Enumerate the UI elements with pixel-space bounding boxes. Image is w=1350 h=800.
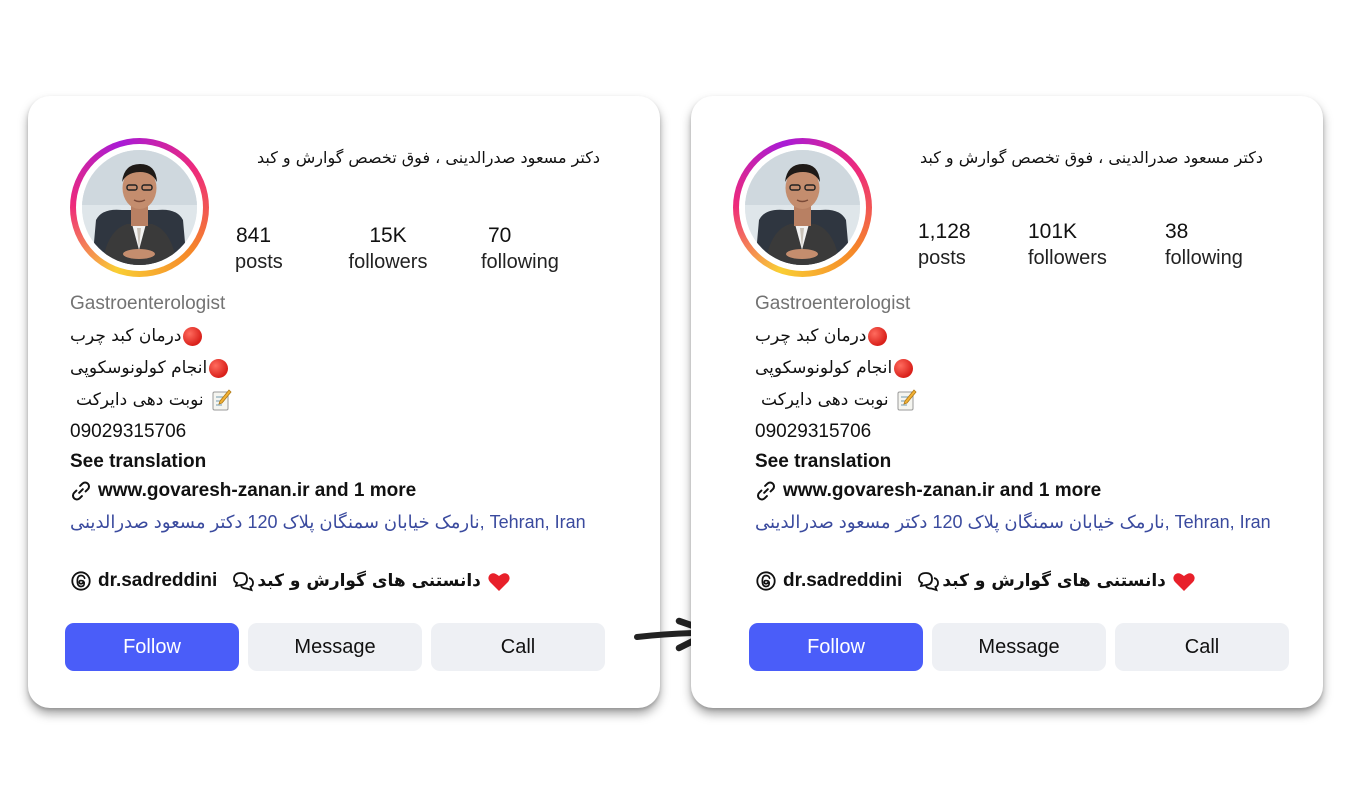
follow-button[interactable]: Follow: [749, 623, 923, 671]
stat-followers[interactable]: 15K followers: [345, 223, 431, 275]
phone-number[interactable]: 09029315706: [755, 416, 1315, 448]
following-count: 70: [488, 224, 512, 247]
memo-icon: [212, 389, 232, 411]
avatar: [745, 150, 860, 265]
address-link[interactable]: نارمک خیابان سمنگان پلاک 120 دکتر مسعود …: [755, 506, 1275, 537]
profile-bio: Gastroenterologist درمان کبد چرب انجام ک…: [755, 288, 1315, 537]
phone-number[interactable]: 09029315706: [70, 416, 630, 448]
chat-bubble-icon: [233, 572, 255, 592]
profile-avatar-story-ring[interactable]: [70, 138, 209, 277]
category-label: Gastroenterologist: [70, 293, 226, 314]
bio-line: درمان کبد چرب: [70, 326, 182, 346]
address-link[interactable]: نارمک خیابان سمنگان پلاک 120 دکتر مسعود …: [70, 506, 590, 537]
stat-following[interactable]: 38 following: [1165, 219, 1243, 271]
bio-line: درمان کبد چرب: [755, 326, 867, 346]
bio-line: نوبت دهی دایرکت: [76, 390, 204, 410]
following-label: following: [481, 251, 559, 273]
followers-label: followers: [348, 251, 428, 273]
see-translation-link[interactable]: See translation: [755, 448, 1315, 476]
posts-count: 841: [236, 224, 272, 247]
threads-handle: dr.sadreddini: [783, 570, 903, 591]
link-text: www.govaresh-zanan.ir and 1 more: [98, 480, 417, 501]
threads-badge[interactable]: dr.sadreddini دانستنی های گوارش و کبد: [70, 566, 511, 596]
category-label: Gastroenterologist: [755, 293, 911, 314]
following-count: 38: [1165, 220, 1189, 243]
heart-icon: [1173, 573, 1195, 591]
stat-posts[interactable]: 841 posts: [235, 223, 283, 275]
link-icon: [71, 481, 91, 501]
message-button[interactable]: Message: [248, 623, 422, 671]
red-circle-icon: [209, 358, 229, 378]
external-link[interactable]: www.govaresh-zanan.ir and 1 more: [755, 476, 1315, 506]
message-button[interactable]: Message: [932, 623, 1106, 671]
posts-label: posts: [235, 251, 283, 273]
posts-label: posts: [918, 247, 966, 269]
avatar: [82, 150, 197, 265]
red-circle-icon: [868, 326, 888, 346]
stat-followers[interactable]: 101K followers: [1028, 219, 1107, 271]
follow-button[interactable]: Follow: [65, 623, 239, 671]
profile-full-name: دکتر مسعود صدرالدینی ، فوق تخصص گوارش و …: [257, 148, 600, 167]
heart-icon: [488, 573, 510, 591]
red-circle-icon: [894, 358, 914, 378]
external-link[interactable]: www.govaresh-zanan.ir and 1 more: [70, 476, 630, 506]
call-button[interactable]: Call: [431, 623, 605, 671]
profile-full-name: دکتر مسعود صدرالدینی ، فوق تخصص گوارش و …: [920, 148, 1263, 167]
bio-line: انجام کولونوسکوپی: [755, 358, 893, 378]
chat-bubble-icon: [918, 572, 940, 592]
profile-card-after: دکتر مسعود صدرالدینی ، فوق تخصص گوارش و …: [691, 96, 1323, 708]
followers-count: 101K: [1028, 220, 1078, 243]
threads-icon: [756, 571, 776, 591]
profile-avatar-story-ring[interactable]: [733, 138, 872, 277]
see-translation-link[interactable]: See translation: [70, 448, 630, 476]
bio-line: نوبت دهی دایرکت: [761, 390, 889, 410]
link-icon: [756, 481, 776, 501]
threads-handle: dr.sadreddini: [98, 570, 218, 591]
threads-badge[interactable]: dr.sadreddini دانستنی های گوارش و کبد: [755, 566, 1196, 596]
stat-following[interactable]: 70 following: [481, 223, 559, 275]
call-button[interactable]: Call: [1115, 623, 1289, 671]
memo-icon: [897, 389, 917, 411]
threads-icon: [71, 571, 91, 591]
following-label: following: [1165, 247, 1243, 269]
stat-posts[interactable]: 1,128 posts: [918, 219, 971, 271]
profile-bio: Gastroenterologist درمان کبد چرب انجام ک…: [70, 288, 630, 537]
red-circle-icon: [183, 326, 203, 346]
posts-count: 1,128: [918, 220, 971, 243]
threads-text: دانستنی های گوارش و کبد: [257, 571, 481, 591]
bio-line: انجام کولونوسکوپی: [70, 358, 208, 378]
threads-text: دانستنی های گوارش و کبد: [942, 571, 1166, 591]
followers-label: followers: [1028, 247, 1107, 269]
link-text: www.govaresh-zanan.ir and 1 more: [783, 480, 1102, 501]
profile-card-before: دکتر مسعود صدرالدینی ، فوق تخصص گوارش و …: [28, 96, 660, 708]
followers-count: 15K: [369, 224, 407, 247]
